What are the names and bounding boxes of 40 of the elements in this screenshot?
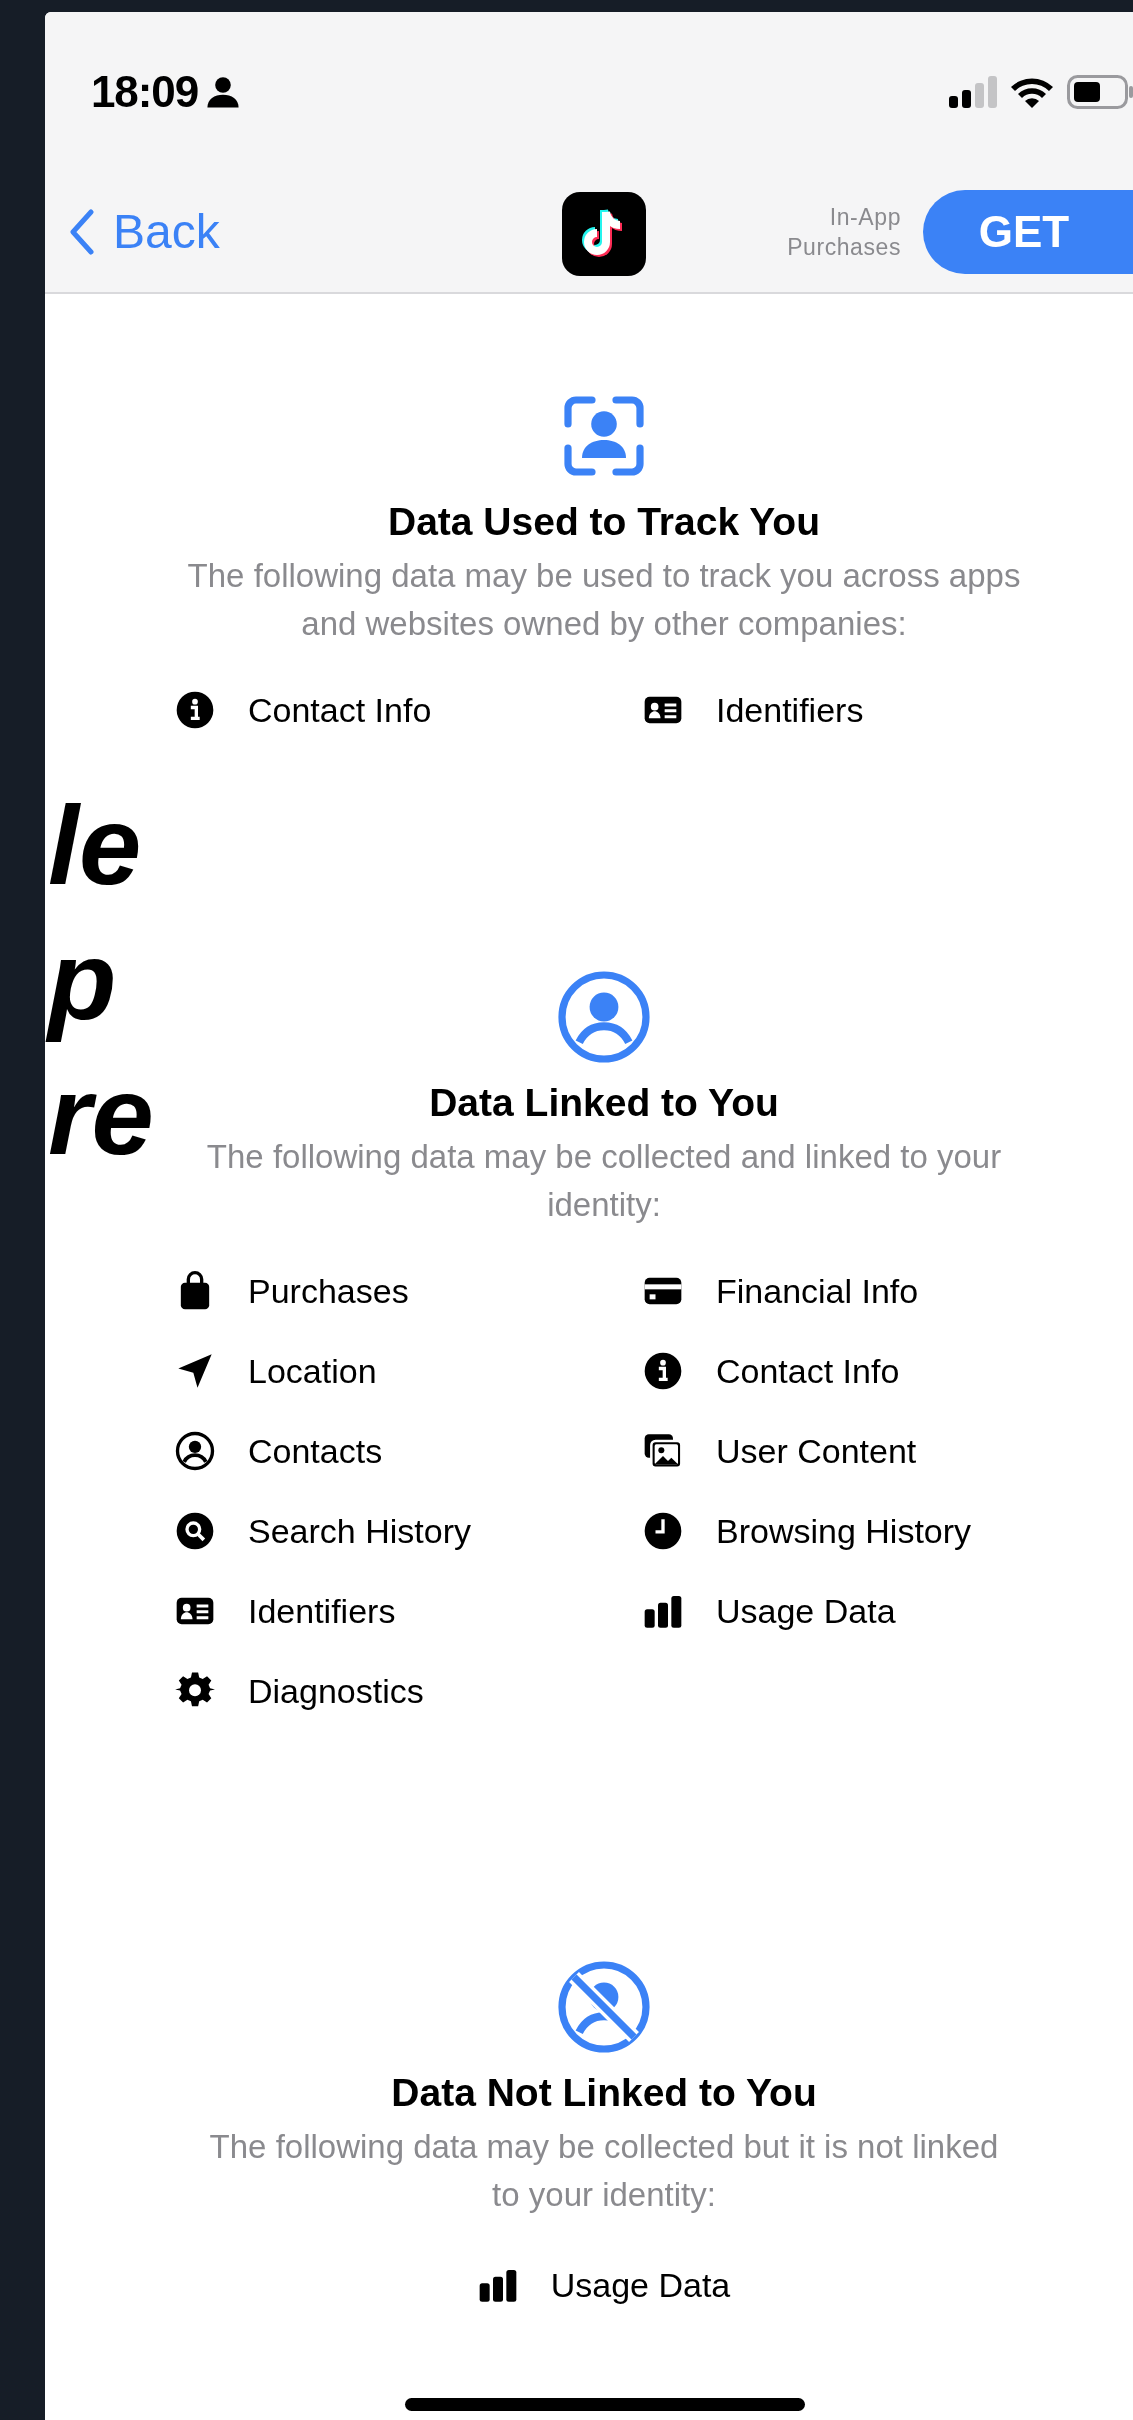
chevron-left-icon — [69, 209, 95, 255]
data-type-label: User Content — [716, 1430, 917, 1472]
data-type-label: Usage Data — [550, 2264, 731, 2306]
section-description: The following data may be collected but it is not linked to your identity: — [208, 2127, 1000, 2215]
get-button[interactable]: GET — [923, 190, 1133, 274]
search-icon — [175, 1511, 215, 1551]
person-circle-icon — [556, 969, 652, 1065]
data-type-label: Location — [248, 1350, 377, 1392]
info-icon — [175, 690, 215, 730]
back-button[interactable]: Back — [69, 196, 220, 268]
data-type-label: Identifiers — [248, 1590, 396, 1632]
section-description: The following data may be used to track you across apps and websites owned by other companies: — [186, 556, 1022, 644]
data-type-label: Search History — [248, 1510, 471, 1552]
person-circle-icon — [175, 1431, 215, 1471]
overlay-word: le — [48, 782, 142, 910]
person-icon — [206, 76, 241, 108]
data-type-label: Contact Info — [248, 689, 432, 731]
in-app-purchases-label: In-App Purchases — [786, 203, 901, 262]
wifi-icon — [1009, 75, 1055, 109]
data-type-label: Contact Info — [716, 1350, 900, 1392]
data-type-label: Contacts — [248, 1430, 383, 1472]
section-title: Data Linked to You — [429, 1080, 779, 1126]
data-type-label: Diagnostics — [248, 1670, 424, 1712]
data-type-label: Purchases — [248, 1270, 409, 1312]
data-type-label: Usage Data — [716, 1590, 896, 1632]
clock-icon — [643, 1511, 683, 1551]
person-circle-slash-icon — [556, 1959, 652, 2055]
app-icon — [562, 192, 646, 276]
signal-icon — [949, 76, 997, 108]
section-title: Data Not Linked to You — [391, 2070, 817, 2116]
status-time: 18:09 — [91, 66, 199, 118]
data-type-label: Financial Info — [716, 1270, 919, 1312]
overlay-word: re — [48, 1052, 154, 1180]
battery-icon — [1067, 75, 1133, 109]
section-title: Data Used to Track You — [388, 499, 820, 545]
section-description: The following data may be collected and linked to your identity: — [205, 1137, 1003, 1225]
data-type-label: Browsing History — [716, 1510, 972, 1552]
info-icon — [643, 1351, 683, 1391]
location-arrow-icon — [175, 1351, 215, 1391]
data-type-label: Identifiers — [716, 689, 864, 731]
